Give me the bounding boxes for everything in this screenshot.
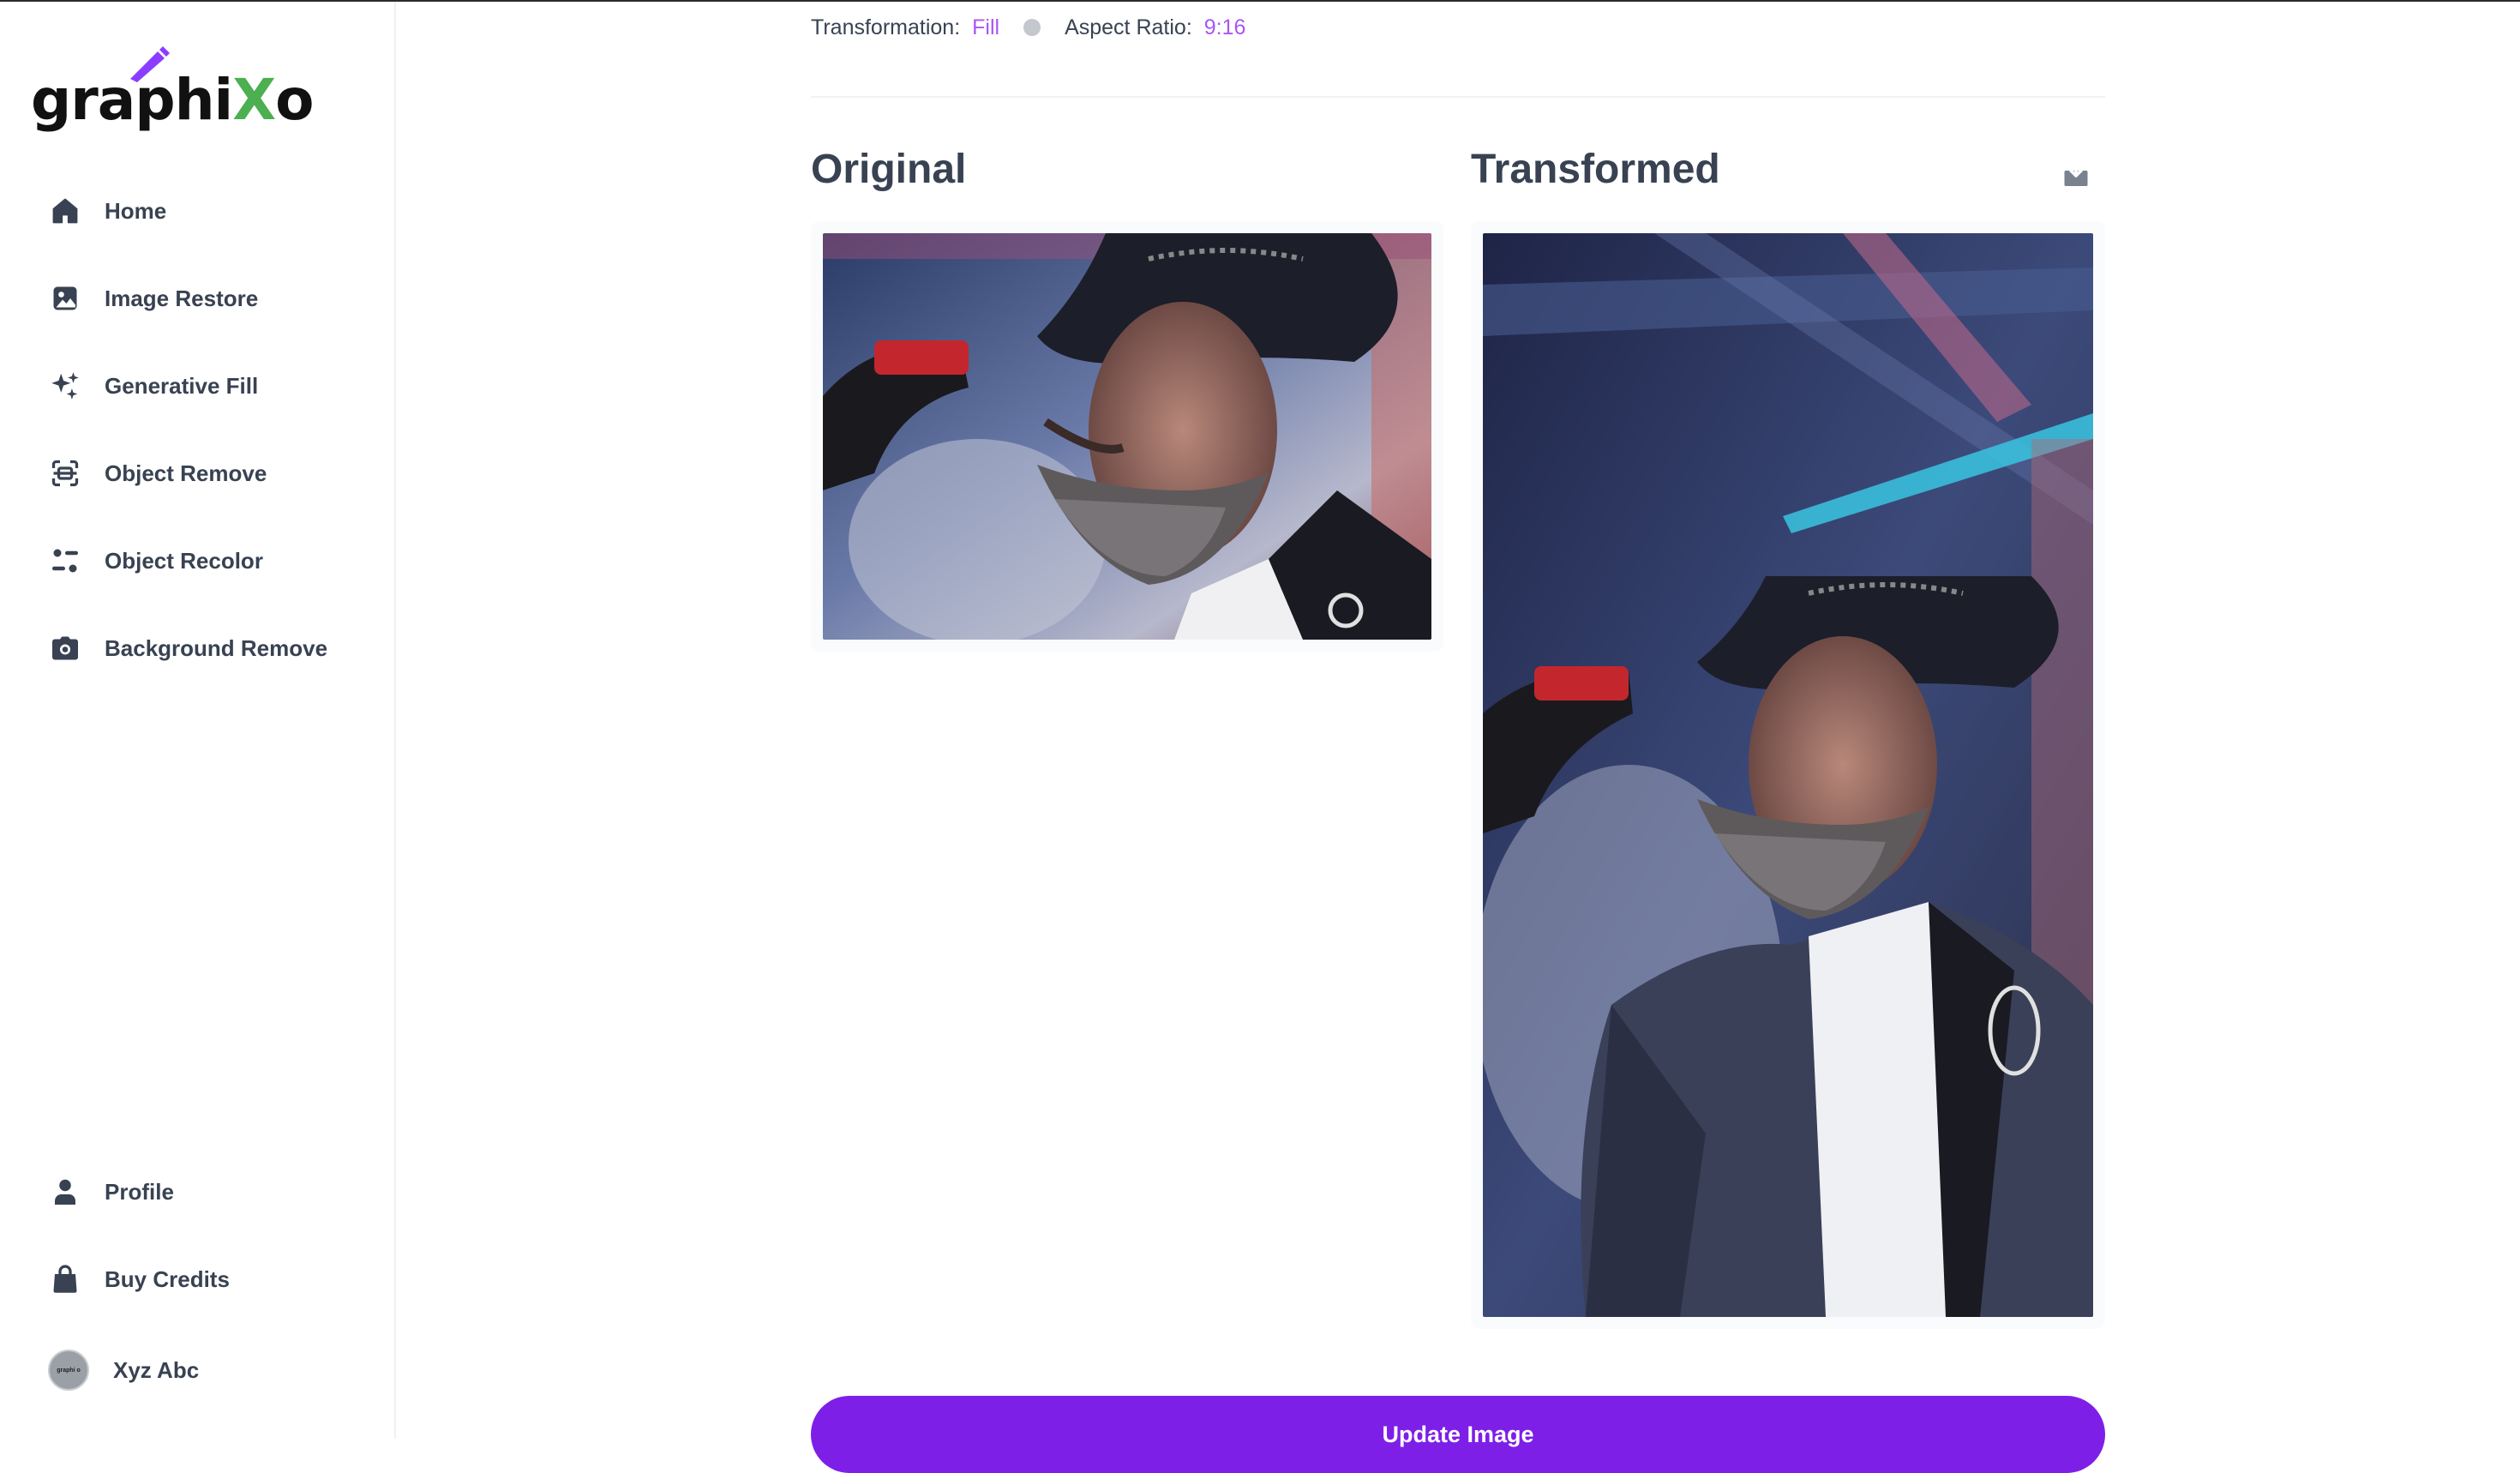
sidebar-item-label: Home [105,197,167,224]
original-heading: Original [811,147,967,192]
sidebar-item-object-recolor[interactable]: Object Recolor [48,532,374,590]
sidebar-item-generative-fill[interactable]: Generative Fill [48,357,374,415]
user-account[interactable]: graphi o Xyz Abc [48,1344,199,1396]
transformed-image [1483,233,2093,1317]
sidebar-item-home[interactable]: Home [48,182,374,240]
scan-icon [48,456,82,490]
sidebar-item-label: Buy Credits [105,1266,230,1292]
sparkles-icon [48,369,82,403]
sidebar-item-label: Object Recolor [105,547,263,574]
home-icon [48,194,82,228]
transformation-value: Fill [972,15,1000,39]
separator-dot [1023,19,1041,36]
section-divider [811,96,2105,98]
transformed-heading: Transformed [1471,147,1720,192]
transformation-meta: Transformation: Fill Aspect Ratio: 9:16 [811,12,1245,43]
download-icon [2064,159,2088,186]
original-image [823,233,1431,640]
avatar: graphi o [48,1350,89,1391]
aspect-ratio-value: 9:16 [1203,15,1246,39]
user-icon [48,1175,82,1209]
logo-text-main: graphi [31,67,233,133]
bag-icon [48,1262,82,1296]
logo-text-end: o [275,67,314,133]
sidebar-item-buy-credits[interactable]: Buy Credits [48,1250,374,1308]
sidebar-item-label: Generative Fill [105,372,259,399]
sidebar-item-label: Profile [105,1178,174,1205]
user-name: Xyz Abc [113,1356,200,1383]
sidebar-item-label: Background Remove [105,634,328,661]
transformation-label: Transformation: [811,15,961,39]
sidebar-item-profile[interactable]: Profile [48,1163,374,1221]
camera-icon [48,631,82,665]
aspect-ratio-label: Aspect Ratio: [1065,15,1192,39]
sidebar-item-label: Image Restore [105,285,259,311]
filter-icon [48,544,82,578]
graphixo-logo[interactable]: graphiXo [31,43,314,137]
download-button[interactable] [2059,156,2093,190]
sidebar: graphiXo Home Image Restore Generative F… [0,2,396,1439]
update-image-button[interactable]: Update Image [811,1396,2105,1473]
image-icon [48,281,82,316]
transformed-image-card [1471,221,2105,1329]
original-image-card [811,221,1443,652]
logo-text-x: X [232,67,276,133]
sidebar-item-image-restore[interactable]: Image Restore [48,269,374,328]
sidebar-item-label: Object Remove [105,460,267,486]
sidebar-item-background-remove[interactable]: Background Remove [48,619,374,677]
sidebar-item-object-remove[interactable]: Object Remove [48,444,374,502]
